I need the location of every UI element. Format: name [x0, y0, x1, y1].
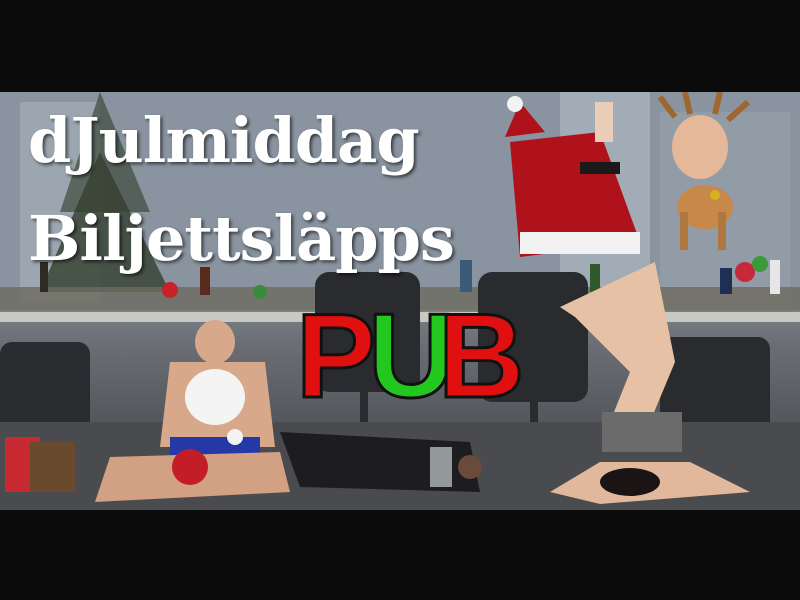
title-line-2: Biljettsläpps — [28, 202, 455, 275]
pub-letter-p: P — [294, 289, 377, 423]
gift-bag — [5, 437, 75, 492]
title-line-1: dJulmiddag — [28, 104, 420, 177]
letterbox-bottom — [0, 510, 800, 600]
pub-letter-b: B — [437, 289, 527, 423]
letterbox-top — [0, 0, 800, 92]
man-with-santa-beard — [95, 320, 290, 502]
